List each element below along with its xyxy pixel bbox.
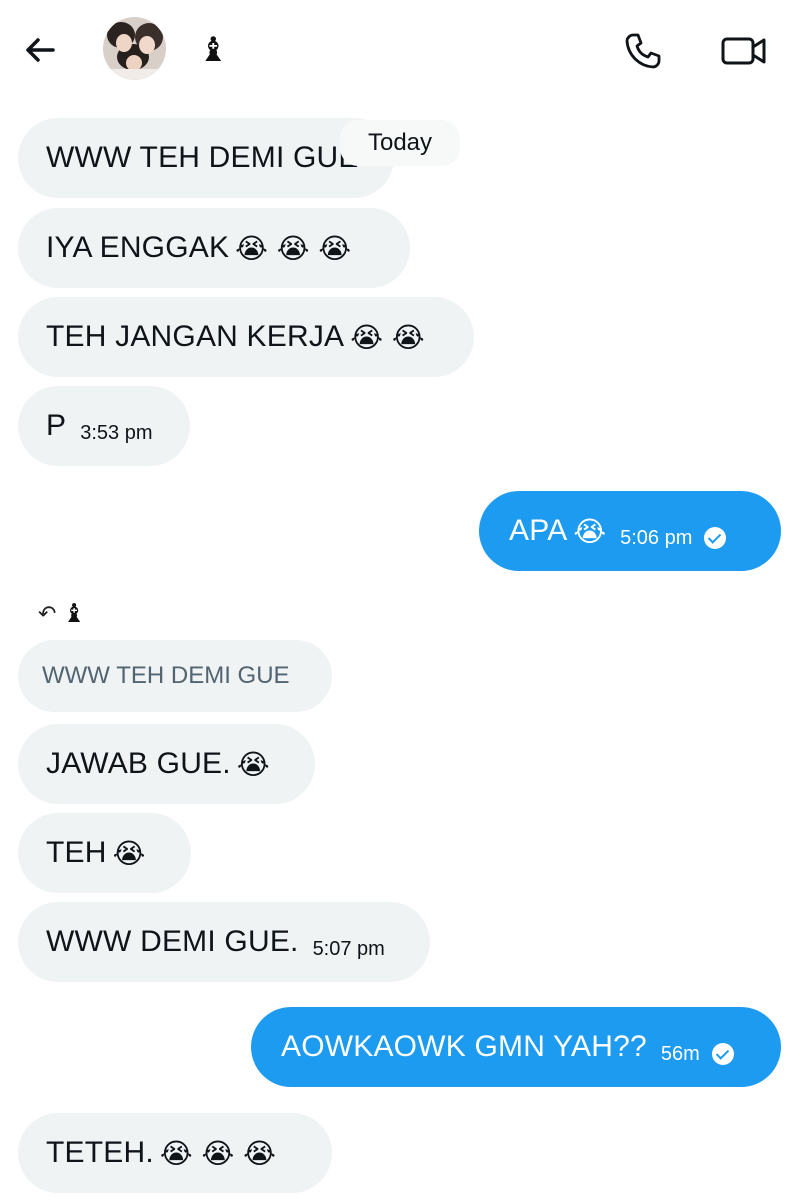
crying-emoji: 😭 bbox=[236, 747, 270, 781]
crying-emoji: 😭 😭 bbox=[350, 320, 425, 354]
quoted-message[interactable]: WWW TEH DEMI GUE bbox=[18, 640, 332, 712]
contact-avatar[interactable] bbox=[103, 17, 166, 80]
message-timestamp: 3:53 pm bbox=[80, 421, 153, 444]
crying-emoji: 😭 bbox=[573, 514, 607, 548]
message-text: TEH JANGAN KERJA bbox=[46, 320, 345, 353]
message-text: WWW DEMI GUE. bbox=[46, 925, 299, 958]
message-text: TEH bbox=[46, 836, 107, 869]
message-text: P bbox=[46, 409, 67, 442]
date-separator: Today bbox=[340, 120, 460, 166]
arrow-left-icon bbox=[26, 38, 55, 62]
message-bubble-incoming[interactable]: JAWAB GUE. 😭 bbox=[18, 724, 315, 804]
read-receipt-icon bbox=[704, 527, 727, 549]
reply-sender: ♝ bbox=[62, 599, 86, 629]
crying-emoji: 😭 😭 😭 bbox=[159, 1136, 276, 1170]
message-bubble-incoming[interactable]: TEH 😭 bbox=[18, 813, 191, 893]
video-call-button[interactable] bbox=[716, 26, 772, 76]
message-text: AOWKAOWK GMN YAH?? bbox=[281, 1030, 647, 1063]
quoted-text: WWW TEH DEMI GUE bbox=[42, 662, 290, 689]
message-timestamp: 5:06 pm bbox=[620, 526, 693, 549]
call-button[interactable] bbox=[618, 26, 668, 76]
crying-emoji: 😭 bbox=[112, 836, 146, 870]
chat-header: ♝ bbox=[0, 0, 800, 100]
message-text: TETEH. bbox=[46, 1136, 154, 1169]
reply-arrow-icon: ↶ bbox=[38, 601, 57, 627]
crying-emoji: 😭 😭 😭 bbox=[235, 231, 352, 265]
reply-indicator: ↶ ♝ bbox=[38, 598, 86, 630]
message-bubble-incoming[interactable]: TETEH. 😭 😭 😭 bbox=[18, 1113, 332, 1193]
read-receipt-icon bbox=[711, 1043, 734, 1065]
message-timestamp: 56m bbox=[660, 1042, 700, 1065]
message-bubble-incoming[interactable]: WWW TEH DEMI GUE bbox=[18, 118, 394, 198]
message-text: JAWAB GUE. bbox=[46, 747, 231, 780]
message-bubble-outgoing[interactable]: APA 😭 5:06 pm bbox=[479, 491, 781, 571]
message-bubble-incoming[interactable]: TEH JANGAN KERJA 😭 😭 bbox=[18, 297, 474, 377]
back-button[interactable] bbox=[18, 28, 62, 72]
phone-icon bbox=[625, 33, 661, 69]
message-bubble-incoming[interactable]: IYA ENGGAK 😭 😭 😭 bbox=[18, 208, 410, 288]
message-timestamp: 5:07 pm bbox=[312, 937, 385, 960]
message-bubble-outgoing[interactable]: AOWKAOWK GMN YAH?? 56m bbox=[251, 1007, 781, 1087]
message-text: IYA ENGGAK bbox=[46, 231, 230, 264]
video-camera-icon bbox=[721, 37, 766, 65]
message-bubble-incoming[interactable]: WWW DEMI GUE. 5:07 pm bbox=[18, 902, 430, 982]
message-text: APA bbox=[509, 514, 568, 547]
message-text: WWW TEH DEMI GUE bbox=[46, 141, 359, 174]
contact-name[interactable]: ♝ bbox=[198, 28, 228, 72]
message-bubble-incoming[interactable]: P 3:53 pm bbox=[18, 386, 190, 466]
